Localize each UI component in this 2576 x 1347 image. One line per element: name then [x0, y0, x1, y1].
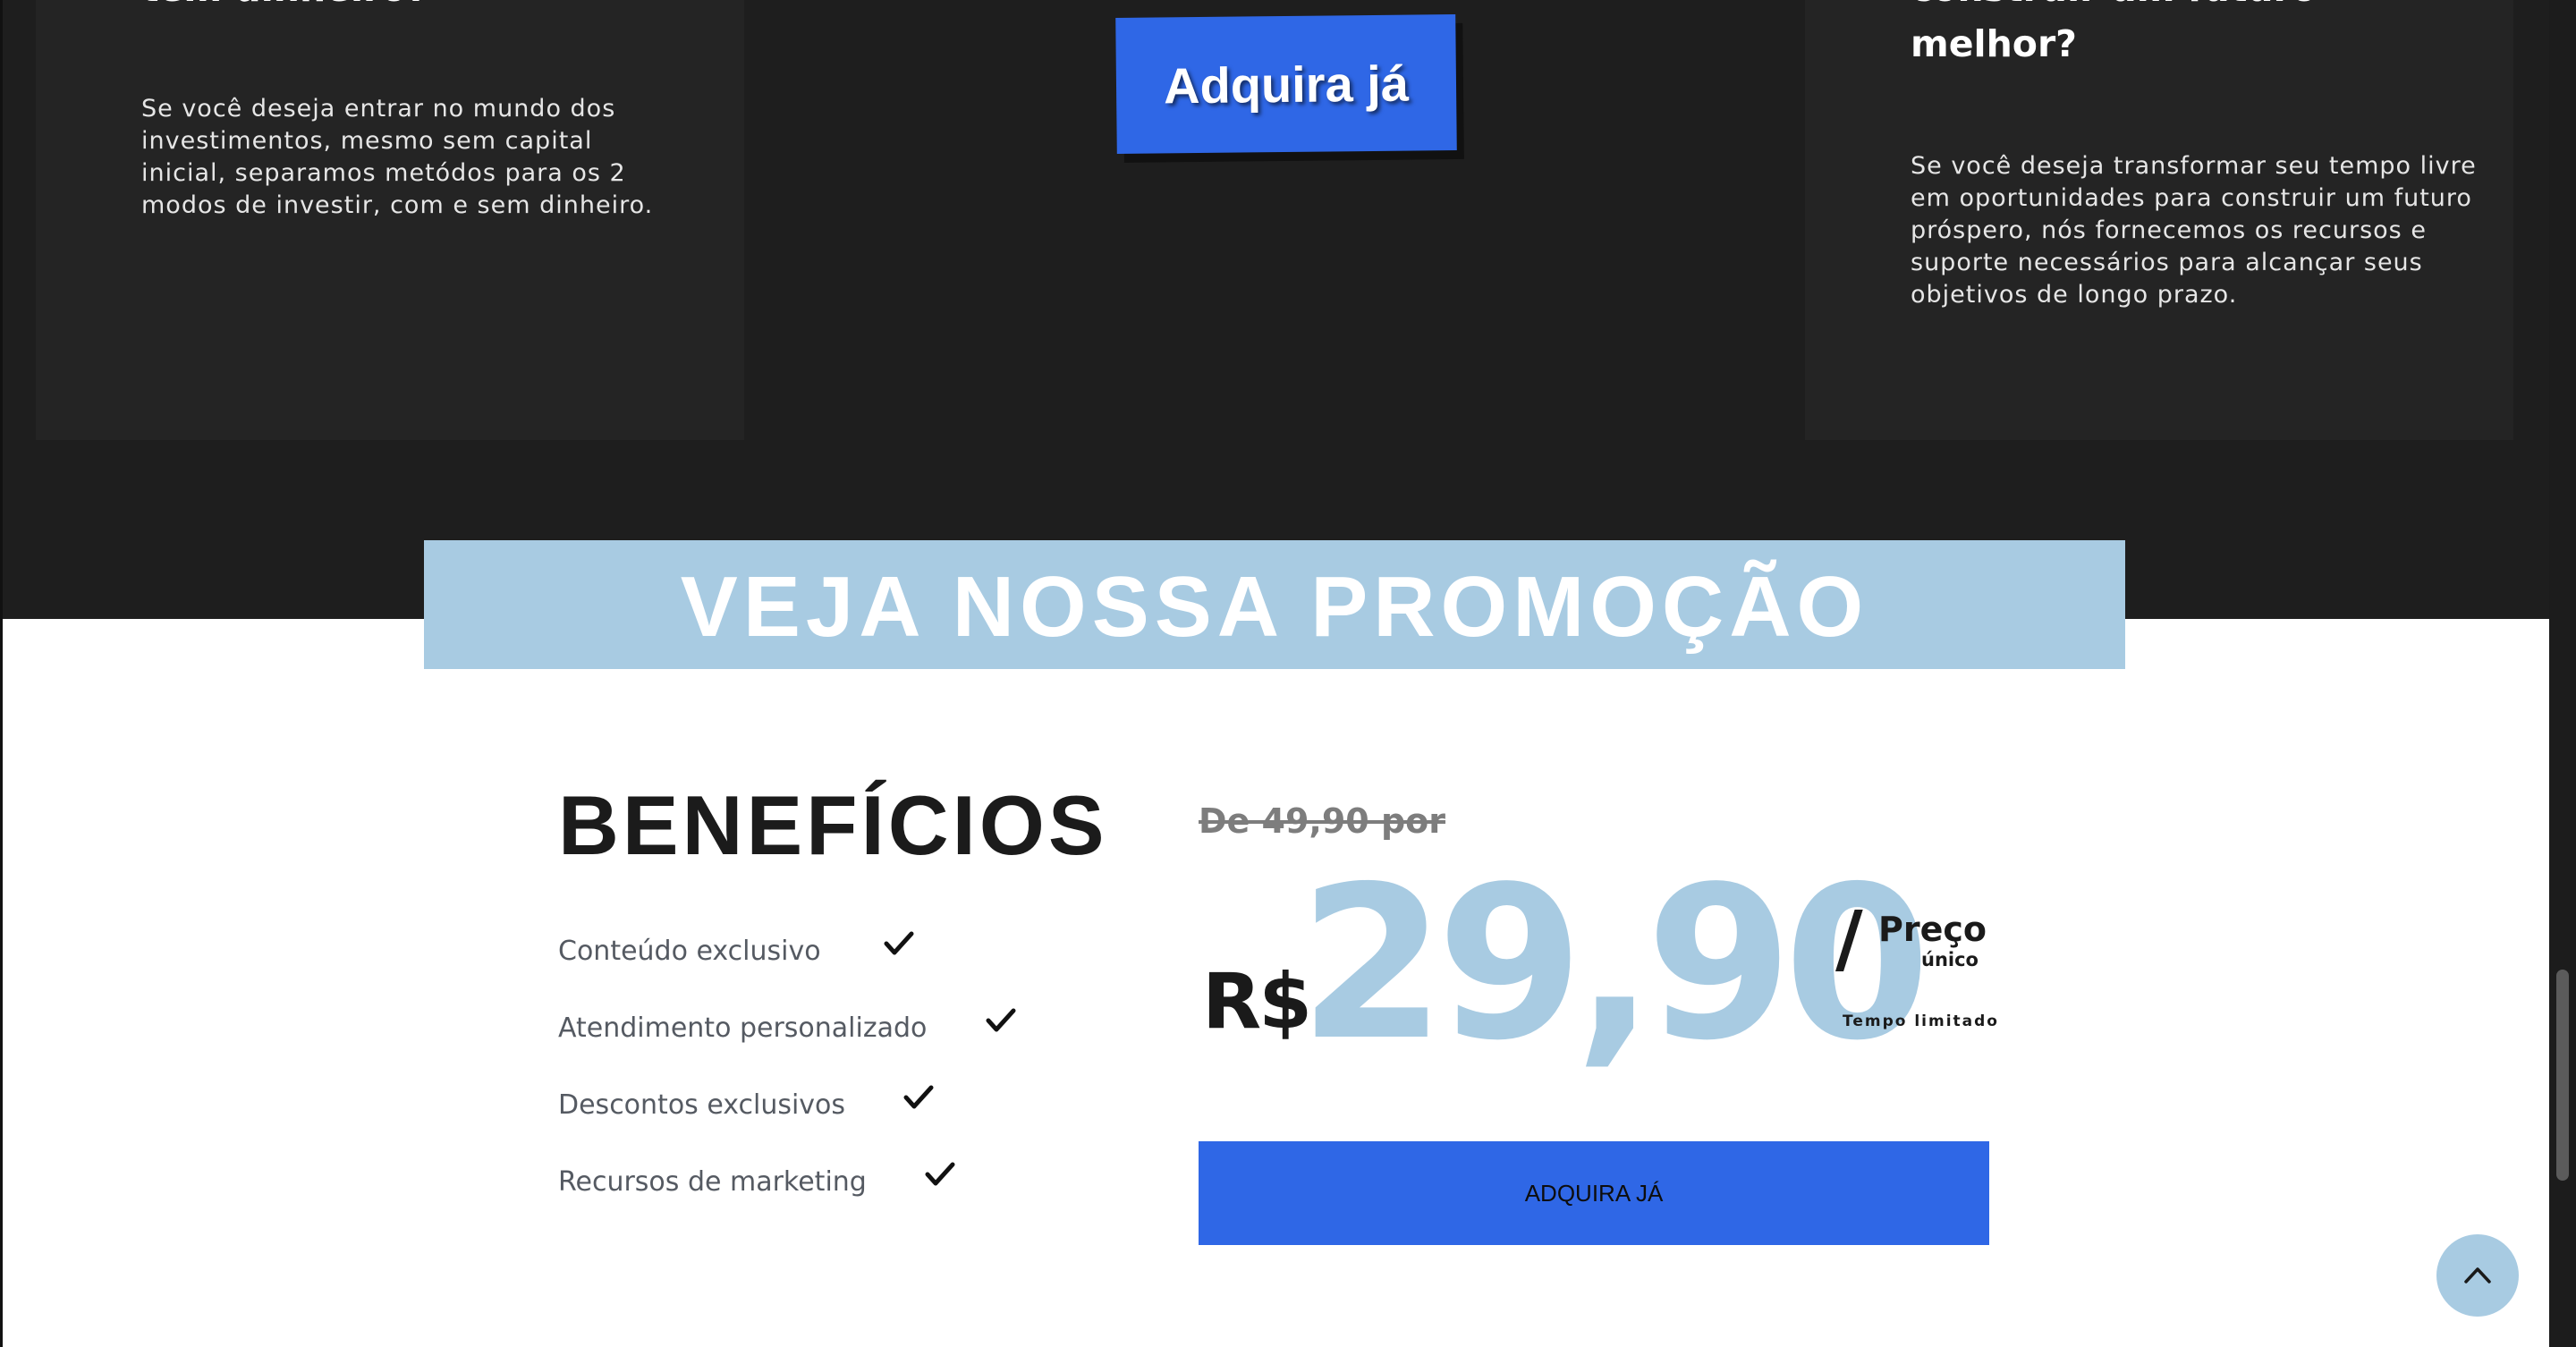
window-edge-left: [0, 0, 3, 1347]
benefits-title: BENEFÍCIOS: [558, 778, 1108, 872]
chevron-up-icon: [2464, 1267, 2491, 1283]
check-icon: [903, 1085, 934, 1109]
benefit-item: Descontos exclusivos: [558, 1082, 934, 1127]
promo-banner-text: VEJA NOSSA PROMOÇÃO: [680, 559, 1869, 655]
price-value: 29,90: [1299, 841, 1930, 1087]
benefit-label: Descontos exclusivos: [558, 1089, 846, 1121]
scrollbar-thumb[interactable]: [2556, 970, 2569, 1181]
price-unit-sublabel: único: [1921, 949, 1979, 970]
back-to-top-button[interactable]: [2436, 1234, 2519, 1317]
check-icon: [986, 1008, 1016, 1032]
promo-banner: VEJA NOSSA PROMOÇÃO: [424, 540, 2125, 669]
benefit-item: Recursos de marketing: [558, 1159, 955, 1204]
price-slash: /: [1835, 894, 1863, 982]
feature-card-left-text: Se você deseja entrar no mundo dos inves…: [141, 95, 654, 219]
feature-card-right-heading-line2: melhor?: [1911, 22, 2077, 65]
benefit-item: Atendimento personalizado: [558, 1005, 1016, 1050]
feature-card-right-heading-line1: construir um futuro: [1911, 0, 2317, 10]
benefit-label: Conteúdo exclusivo: [558, 935, 821, 967]
benefit-label: Recursos de marketing: [558, 1165, 867, 1198]
adquira-ja-cta-button[interactable]: ADQUIRA JÁ: [1199, 1141, 1989, 1245]
features-section: tem dinheiro? Se você deseja entrar no m…: [0, 0, 2549, 619]
limited-time-label: Tempo limitado: [1843, 1012, 1999, 1030]
price-unit-label: Preço: [1878, 910, 1987, 949]
feature-card-left: tem dinheiro? Se você deseja entrar no m…: [36, 0, 744, 440]
feature-card-right-text: Se você deseja transformar seu tempo liv…: [1911, 152, 2477, 309]
page: tem dinheiro? Se você deseja entrar no m…: [0, 0, 2576, 1347]
price-currency: R$: [1202, 957, 1312, 1046]
adquira-ja-button[interactable]: Adquira já: [1115, 14, 1457, 154]
benefit-label: Atendimento personalizado: [558, 1012, 928, 1044]
check-icon: [884, 931, 914, 955]
benefit-item: Conteúdo exclusivo: [558, 928, 914, 973]
feature-card-left-heading: tem dinheiro?: [141, 0, 428, 16]
old-price: De 49,90 por: [1199, 801, 1446, 841]
check-icon: [925, 1162, 955, 1186]
feature-card-right: construir um futuro melhor? Se você desej…: [1805, 0, 2513, 440]
feature-card-right-heading: construir um futuro melhor?: [1911, 0, 2465, 72]
